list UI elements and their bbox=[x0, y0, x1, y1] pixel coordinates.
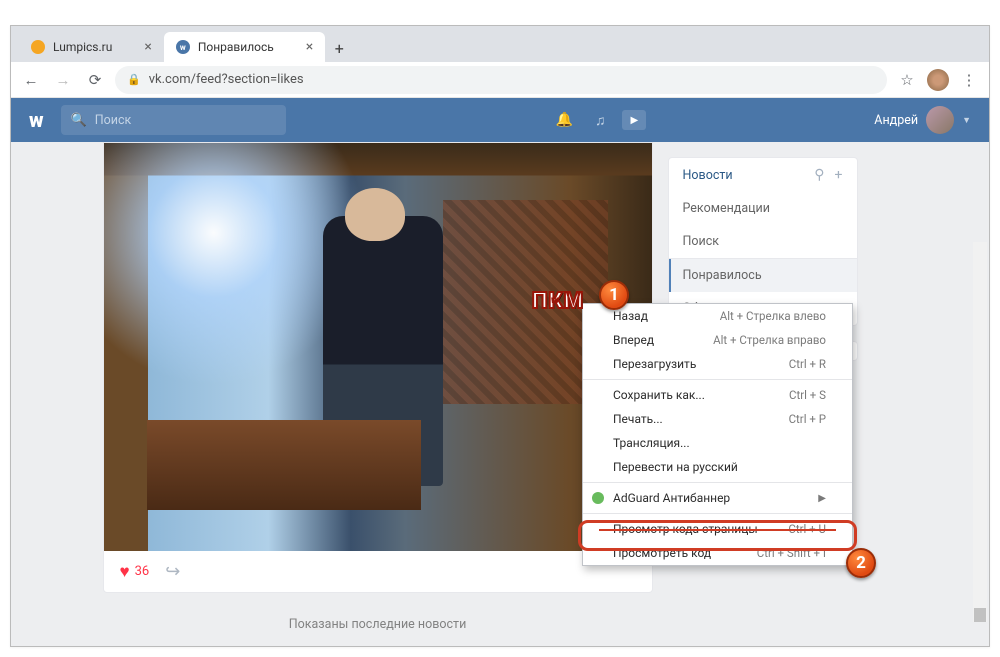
play-icon[interactable]: ▶ bbox=[622, 110, 646, 130]
chevron-down-icon: ▼ bbox=[962, 115, 971, 126]
ctx-label: Перевести на русский bbox=[613, 460, 738, 474]
ctx-shortcut: Ctrl + S bbox=[789, 388, 826, 402]
sidebar-item-label: Понравилось bbox=[683, 268, 762, 283]
ctx-label: Просмотр кода страницы bbox=[613, 522, 758, 536]
search-icon: 🔍 bbox=[71, 113, 87, 128]
close-tab-icon[interactable]: × bbox=[306, 39, 313, 55]
sidebar-item-label: Новости bbox=[683, 168, 733, 183]
ctx-back[interactable]: Назад Alt + Стрелка влево bbox=[583, 304, 852, 328]
tab-strip: Lumpics.ru × w Понравилось × + bbox=[11, 26, 989, 62]
username-label: Андрей bbox=[874, 113, 918, 128]
filter-icon[interactable]: ⚲ bbox=[814, 167, 824, 183]
scroll-thumb[interactable] bbox=[974, 608, 986, 622]
tab-label: Понравилось bbox=[198, 40, 274, 54]
heart-icon: ♥ bbox=[120, 562, 130, 582]
ctx-shortcut: Alt + Стрелка вправо bbox=[713, 333, 826, 347]
ctx-shortcut: Ctrl + U bbox=[788, 522, 826, 536]
scrollbar[interactable] bbox=[973, 242, 987, 622]
favicon-icon bbox=[31, 40, 45, 54]
address-bar: ← → ⟳ 🔒 vk.com/feed?section=likes ☆ ⋮ bbox=[11, 62, 989, 98]
ctx-shortcut: Ctrl + Shift + I bbox=[757, 546, 826, 560]
tab-lumpics[interactable]: Lumpics.ru × bbox=[19, 32, 164, 62]
ctx-shortcut: Alt + Стрелка влево bbox=[720, 309, 826, 323]
chrome-menu-icon[interactable]: ⋮ bbox=[957, 68, 981, 92]
sidebar-item-likes[interactable]: Понравилось bbox=[669, 259, 857, 292]
tab-vk-likes[interactable]: w Понравилось × bbox=[164, 32, 325, 62]
ctx-reload[interactable]: Перезагрузить Ctrl + R bbox=[583, 352, 852, 376]
sidebar-item-search[interactable]: Поиск bbox=[669, 225, 857, 258]
ctx-label: Вперед bbox=[613, 333, 654, 347]
ctx-cast[interactable]: Трансляция... bbox=[583, 431, 852, 455]
url-input[interactable]: 🔒 vk.com/feed?section=likes bbox=[115, 66, 887, 94]
ctx-save-as[interactable]: Сохранить как... Ctrl + S bbox=[583, 383, 852, 407]
ctx-label: AdGuard Антибаннер bbox=[613, 491, 730, 505]
annotation-badge-2: 2 bbox=[846, 548, 876, 578]
like-count: 36 bbox=[135, 564, 150, 579]
avatar bbox=[926, 106, 954, 134]
sidebar-item-news[interactable]: Новости ⚲ + bbox=[669, 158, 857, 192]
notifications-icon[interactable]: 🔔 bbox=[550, 106, 578, 134]
ctx-label: Назад bbox=[613, 309, 648, 323]
ctx-translate[interactable]: Перевести на русский bbox=[583, 455, 852, 479]
close-tab-icon[interactable]: × bbox=[144, 39, 151, 55]
ctx-label: Трансляция... bbox=[613, 436, 690, 450]
vk-header: w 🔍 Поиск 🔔 ♫ ▶ Андрей ▼ bbox=[11, 98, 989, 142]
annotation-pkm: ПКМ bbox=[532, 289, 584, 314]
share-button[interactable]: ↪ bbox=[165, 561, 180, 582]
share-icon: ↪ bbox=[165, 561, 180, 582]
favicon-icon: w bbox=[176, 40, 190, 54]
user-menu[interactable]: Андрей ▼ bbox=[874, 106, 971, 134]
music-icon[interactable]: ♫ bbox=[586, 106, 614, 134]
ctx-print[interactable]: Печать... Ctrl + P bbox=[583, 407, 852, 431]
post-photo[interactable] bbox=[104, 143, 652, 551]
lock-icon: 🔒 bbox=[127, 73, 141, 86]
ctx-shortcut: Ctrl + P bbox=[789, 412, 826, 426]
ctx-inspect[interactable]: Просмотреть код Ctrl + Shift + I bbox=[583, 541, 852, 565]
sidebar-item-recommendations[interactable]: Рекомендации bbox=[669, 192, 857, 225]
back-button[interactable]: ← bbox=[19, 68, 43, 92]
search-input[interactable]: 🔍 Поиск bbox=[61, 105, 286, 135]
context-menu: Назад Alt + Стрелка влево Вперед Alt + С… bbox=[582, 303, 853, 566]
ctx-label: Перезагрузить bbox=[613, 357, 696, 371]
sidebar-item-label: Рекомендации bbox=[683, 201, 770, 216]
ctx-forward[interactable]: Вперед Alt + Стрелка вправо bbox=[583, 328, 852, 352]
vk-logo-icon[interactable]: w bbox=[29, 108, 43, 132]
reload-button[interactable]: ⟳ bbox=[83, 68, 107, 92]
bookmark-star-icon[interactable]: ☆ bbox=[895, 68, 919, 92]
ctx-view-source[interactable]: Просмотр кода страницы Ctrl + U bbox=[583, 517, 852, 541]
forward-button: → bbox=[51, 68, 75, 92]
ctx-shortcut: Ctrl + R bbox=[789, 357, 826, 371]
ctx-label: Печать... bbox=[613, 412, 663, 426]
ctx-label: Сохранить как... bbox=[613, 388, 705, 402]
tab-label: Lumpics.ru bbox=[53, 40, 112, 54]
sidebar-nav: Новости ⚲ + Рекомендации Поиск По bbox=[668, 157, 858, 326]
new-tab-button[interactable]: + bbox=[325, 34, 353, 62]
feed-status: Показаны последние новости bbox=[103, 617, 653, 632]
chevron-right-icon: ▶ bbox=[818, 493, 826, 504]
post-card: ♥ 36 ↪ bbox=[103, 142, 653, 593]
like-button[interactable]: ♥ 36 bbox=[120, 562, 150, 582]
profile-avatar-icon[interactable] bbox=[927, 69, 949, 91]
url-text: vk.com/feed?section=likes bbox=[149, 72, 304, 87]
search-placeholder: Поиск bbox=[95, 113, 132, 128]
ctx-adguard[interactable]: AdGuard Антибаннер ▶ bbox=[583, 486, 852, 510]
ctx-label: Просмотреть код bbox=[613, 546, 711, 560]
sidebar-item-label: Поиск bbox=[683, 234, 720, 249]
annotation-badge-1: 1 bbox=[599, 280, 629, 310]
plus-icon[interactable]: + bbox=[835, 167, 843, 183]
